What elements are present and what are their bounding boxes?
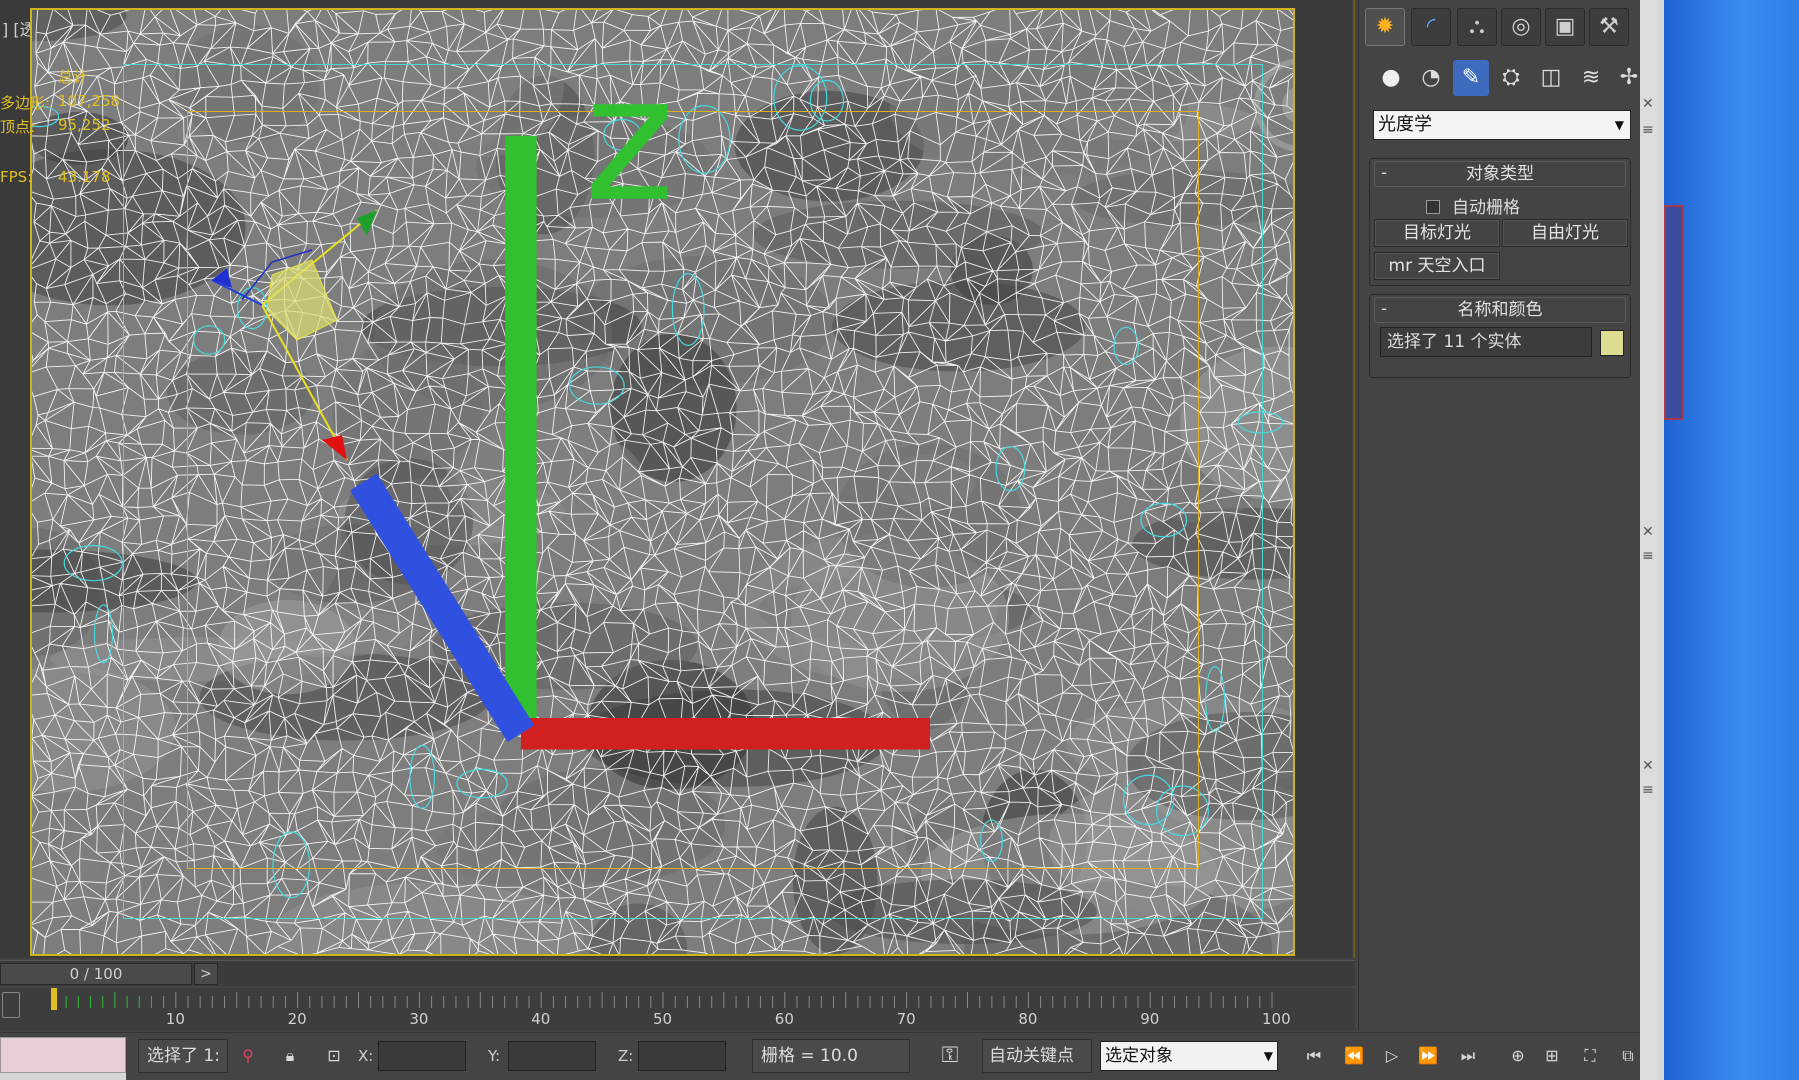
z-field[interactable]: [638, 1041, 726, 1071]
maxscript-listener-line[interactable]: [0, 1073, 126, 1080]
trackbar-tick-label: 20: [287, 1010, 307, 1028]
time-slider-bar: 0 / 100 >: [0, 960, 1355, 986]
maxscript-listener[interactable]: [0, 1037, 126, 1073]
name-color-title: 名称和颜色: [1457, 300, 1543, 320]
trackbar-filter-icon[interactable]: [2, 992, 20, 1018]
x-label: X:: [358, 1047, 374, 1065]
absolute-mode-icon[interactable]: ⊡: [316, 1041, 352, 1071]
stat-fps-label: FPS:: [0, 168, 33, 186]
play-icon[interactable]: ▷: [1374, 1041, 1410, 1071]
utilities-tab-icon[interactable]: ⚒: [1589, 8, 1629, 46]
name-color-rollout: - 名称和颜色 选择了 11 个实体: [1369, 294, 1631, 378]
trackbar[interactable]: 10 20 30 40 50 60 70 80 90 100: [0, 988, 1355, 1030]
lights-icon[interactable]: ✎: [1453, 60, 1489, 96]
close-icon[interactable]: ✕: [1642, 758, 1654, 774]
trackbar-tick-label: 100: [1262, 1010, 1291, 1028]
perspective-viewport[interactable]: ] [透 z 总计 多边形: 107,258 顶点: 95,252 FPS: 4…: [0, 0, 1355, 958]
selection-set-dropdown[interactable]: 选定对象 ▼: [1100, 1041, 1278, 1071]
zoom-icon[interactable]: ⊕: [1500, 1041, 1536, 1071]
stat-polys-label: 多边形:: [0, 94, 51, 112]
time-next-button[interactable]: >: [194, 963, 218, 985]
geometry-icon[interactable]: ●: [1373, 60, 1409, 96]
selection-set-value: 选定对象: [1105, 1046, 1173, 1066]
next-frame-icon[interactable]: ⏩: [1410, 1041, 1446, 1071]
status-bar: 选择了 1: ⚲ 🔒︎ ⊡ X: Y: Z: 栅格 = 10.0 ⚿ 自动关键点…: [0, 1032, 1660, 1080]
shapes-icon[interactable]: ◔: [1413, 60, 1449, 96]
object-color-swatch[interactable]: [1600, 330, 1624, 356]
isolate-icon[interactable]: ⚲: [230, 1041, 266, 1071]
z-label: Z:: [618, 1047, 634, 1065]
object-type-header[interactable]: - 对象类型: [1374, 161, 1626, 187]
trackbar-tick-label: 50: [653, 1010, 673, 1028]
space-warps-icon[interactable]: ≋: [1573, 60, 1609, 96]
trackbar-tick-label: 80: [1018, 1010, 1038, 1028]
stat-verts-value: 95,252: [58, 116, 111, 134]
selection-count: 选择了 1:: [138, 1039, 228, 1073]
object-type-title: 对象类型: [1466, 164, 1534, 184]
stat-verts-label: 顶点:: [0, 118, 36, 136]
light-type-value: 光度学: [1378, 114, 1432, 135]
previous-frame-icon[interactable]: ⏪: [1336, 1041, 1372, 1071]
helpers-icon[interactable]: ◫: [1533, 60, 1569, 96]
grid-size: 栅格 = 10.0: [752, 1039, 910, 1073]
y-label: Y:: [488, 1047, 501, 1065]
axis-tripod-icon: z: [350, 38, 930, 750]
trackbar-tick-label: 90: [1140, 1010, 1160, 1028]
object-name-field[interactable]: 选择了 11 个实体: [1380, 327, 1592, 357]
close-icon[interactable]: ✕: [1642, 96, 1654, 112]
create-tab-icon[interactable]: ✹: [1365, 8, 1405, 46]
auto-grid-label: 自动栅格: [1452, 198, 1520, 218]
light-type-dropdown[interactable]: 光度学 ▼: [1373, 110, 1631, 140]
name-color-header[interactable]: - 名称和颜色: [1374, 297, 1626, 323]
viewport-canvas[interactable]: z: [30, 8, 1295, 956]
zoom-extents-icon[interactable]: ⛶: [1572, 1041, 1608, 1071]
hierarchy-tab-icon[interactable]: ⛬: [1457, 8, 1497, 46]
target-light-button[interactable]: 目标灯光: [1374, 219, 1500, 247]
trackbar-tick-label: 10: [165, 1010, 185, 1028]
trackbar-tick-label: 60: [774, 1010, 794, 1028]
trackbar-tick-label: 40: [531, 1010, 551, 1028]
auto-grid-checkbox[interactable]: 自动栅格: [1426, 193, 1520, 218]
display-tab-icon[interactable]: ▣: [1545, 8, 1585, 46]
current-frame-marker[interactable]: [51, 988, 57, 1010]
zoom-all-icon[interactable]: ⊞: [1534, 1041, 1570, 1071]
set-key-icon[interactable]: ⚿: [928, 1041, 972, 1071]
lock-selection-icon[interactable]: 🔒︎: [272, 1041, 308, 1071]
checkbox-icon[interactable]: [1426, 200, 1440, 214]
motion-tab-icon[interactable]: ◎: [1501, 8, 1541, 46]
object-type-rollout: - 对象类型 自动栅格 目标灯光 自由灯光 mr 天空入口: [1369, 158, 1631, 286]
chevron-down-icon: ▼: [1614, 118, 1624, 132]
go-to-start-icon[interactable]: ⏮: [1296, 1041, 1332, 1071]
stat-total-label: 总计: [58, 68, 89, 86]
command-panel: ✹ ◜ ⛬ ◎ ▣ ⚒ ● ◔ ✎ ⛭ ◫ ≋ ✢ 光度学 ▼ - 对象类型 自动栅…: [1358, 0, 1638, 1030]
window-edge: [1658, 0, 1664, 1080]
menu-icon[interactable]: ≡: [1642, 122, 1654, 138]
y-field[interactable]: [508, 1041, 596, 1071]
svg-text:z: z: [584, 38, 675, 240]
trackbar-tick-label: 30: [409, 1010, 429, 1028]
stat-fps-value: 43.178: [58, 168, 111, 186]
background-window[interactable]: [1664, 205, 1684, 420]
go-to-end-icon[interactable]: ⏭: [1450, 1041, 1486, 1071]
mr-sky-portal-button[interactable]: mr 天空入口: [1374, 252, 1500, 280]
x-field[interactable]: [378, 1041, 466, 1071]
menu-icon[interactable]: ≡: [1642, 548, 1654, 564]
chevron-down-icon: ▼: [1263, 1049, 1273, 1063]
auto-key-button[interactable]: 自动关键点: [982, 1039, 1092, 1073]
stat-polys-value: 107,258: [58, 92, 121, 110]
close-icon[interactable]: ✕: [1642, 524, 1654, 540]
menu-icon[interactable]: ≡: [1642, 782, 1654, 798]
time-slider[interactable]: 0 / 100: [0, 963, 192, 985]
cameras-icon[interactable]: ⛭: [1493, 60, 1529, 96]
panel-dock-strip: ✕ ≡ ✕ ≡ ✕ ≡: [1640, 0, 1658, 1080]
trackbar-tick-label: 70: [896, 1010, 916, 1028]
modify-tab-icon[interactable]: ◜: [1411, 8, 1451, 46]
desktop-background: [1658, 0, 1799, 1080]
free-light-button[interactable]: 自由灯光: [1502, 219, 1628, 247]
